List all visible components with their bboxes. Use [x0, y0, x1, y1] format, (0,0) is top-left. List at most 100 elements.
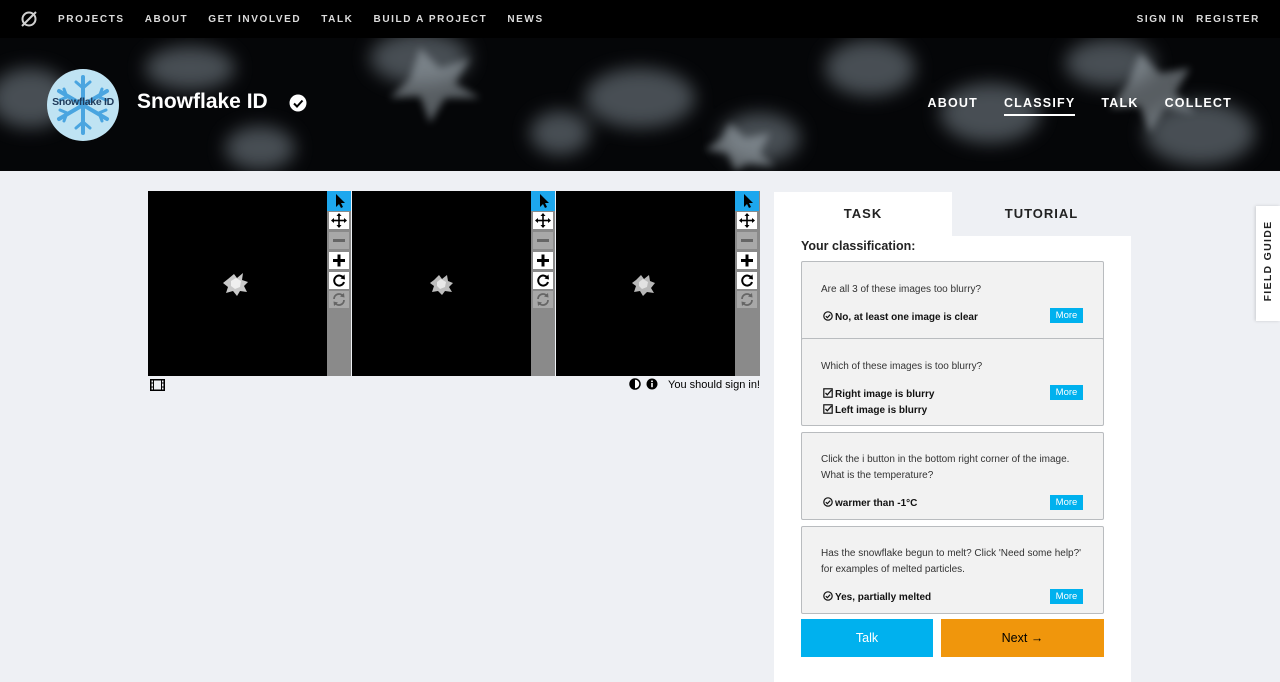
panel-tabs: TASK TUTORIAL: [774, 192, 1131, 236]
move-icon: [739, 213, 755, 228]
site-nav: PROJECTS ABOUT GET INVOLVED TALK BUILD A…: [58, 0, 564, 38]
tab-tutorial[interactable]: TUTORIAL: [952, 192, 1131, 236]
contrast-icon[interactable]: [629, 378, 641, 390]
zoom-out-icon: [537, 239, 549, 242]
subject-image-1[interactable]: [148, 191, 327, 376]
image-toolbar-2: [531, 191, 555, 376]
pointer-icon: [540, 194, 549, 208]
move-icon: [331, 213, 347, 228]
field-guide-label: FIELD GUIDE: [1262, 220, 1274, 302]
subject-viewer: [148, 191, 760, 376]
project-nav-talk[interactable]: TALK: [1101, 96, 1138, 116]
classification-panel: TASK TUTORIAL Your classification: Are a…: [774, 192, 1131, 682]
question-text: Which of these images is too blurry?: [821, 361, 983, 372]
sign-in-link[interactable]: SIGN IN: [1137, 14, 1185, 25]
subject-viewer-footer: You should sign in!: [148, 377, 760, 393]
nav-projects[interactable]: PROJECTS: [58, 14, 125, 25]
answer-item: warmer than -1°C: [823, 497, 917, 509]
classification-heading: Your classification:: [801, 239, 916, 253]
next-button[interactable]: Next →: [941, 619, 1104, 657]
project-title[interactable]: Snowflake ID: [137, 90, 268, 114]
zoom-out-icon: [333, 239, 345, 242]
pointer-tool-button[interactable]: [735, 191, 759, 211]
move-icon: [535, 213, 551, 228]
answer-text: Yes, partially melted: [835, 592, 932, 603]
answer-item: No, at least one image is clear: [823, 311, 978, 323]
film-strip-icon[interactable]: [150, 379, 165, 391]
checkbox-checked-icon: [823, 404, 833, 414]
more-button[interactable]: More: [1050, 385, 1083, 400]
reset-view-button[interactable]: [737, 291, 757, 308]
answer-item: Right image is blurry: [823, 388, 934, 400]
snowflake-image: [430, 275, 453, 295]
project-avatar[interactable]: Snowflake ID: [47, 69, 119, 141]
zoom-in-icon: [741, 254, 753, 267]
snowflake-image: [223, 273, 248, 296]
reset-view-button[interactable]: [329, 291, 349, 308]
zoom-in-icon: [537, 254, 549, 267]
project-nav-about[interactable]: ABOUT: [928, 96, 978, 116]
rotate-icon: [333, 274, 345, 287]
more-button[interactable]: More: [1050, 308, 1083, 323]
answer-text: warmer than -1°C: [835, 498, 918, 509]
more-button[interactable]: More: [1050, 495, 1083, 510]
project-nav-classify[interactable]: CLASSIFY: [1003, 96, 1076, 116]
reset-view-button[interactable]: [533, 291, 553, 308]
tab-task[interactable]: TASK: [774, 192, 952, 236]
nav-build-a-project[interactable]: BUILD A PROJECT: [374, 14, 488, 25]
question-text: Click the i button in the bottom right c…: [821, 454, 1070, 481]
register-link[interactable]: REGISTER: [1196, 14, 1260, 25]
zooniverse-logo-icon[interactable]: [20, 10, 38, 28]
move-tool-button[interactable]: [737, 212, 757, 229]
zoom-in-button[interactable]: [737, 252, 757, 269]
reset-icon: [741, 293, 753, 306]
rotate-icon: [537, 274, 549, 287]
summary-question-card-4: Has the snowflake begun to melt? Click '…: [801, 526, 1104, 614]
nav-about[interactable]: ABOUT: [145, 14, 189, 25]
snowflake-image: [632, 275, 655, 296]
more-button[interactable]: More: [1050, 589, 1083, 604]
auth-links: SIGN IN REGISTER: [1126, 0, 1260, 38]
nav-talk[interactable]: TALK: [321, 14, 353, 25]
circle-check-icon: [823, 497, 833, 507]
zoom-out-button[interactable]: [737, 232, 757, 249]
circle-check-icon: [823, 311, 833, 321]
circle-check-icon: [823, 591, 833, 601]
pointer-tool-button[interactable]: [327, 191, 351, 211]
subject-image-3[interactable]: [556, 191, 735, 376]
project-header: Snowflake ID Snowflake ID ABOUT CLASSIFY…: [0, 38, 1280, 171]
info-icon[interactable]: [646, 378, 658, 390]
project-nav: ABOUT CLASSIFY TALK COLLECT: [902, 96, 1233, 116]
zoom-in-icon: [333, 254, 345, 267]
answer-text: Right image is blurry: [835, 389, 935, 400]
rotate-button[interactable]: [737, 272, 757, 289]
talk-button[interactable]: Talk: [801, 619, 933, 657]
question-text: Has the snowflake begun to melt? Click '…: [821, 548, 1082, 575]
move-tool-button[interactable]: [533, 212, 553, 229]
zoom-out-button[interactable]: [329, 232, 349, 249]
zoom-out-icon: [741, 239, 753, 242]
subject-image-2[interactable]: [352, 191, 531, 376]
zoom-out-button[interactable]: [533, 232, 553, 249]
summary-question-card-3: Click the i button in the bottom right c…: [801, 432, 1104, 520]
project-nav-collect[interactable]: COLLECT: [1165, 96, 1232, 116]
zoom-in-button[interactable]: [533, 252, 553, 269]
move-tool-button[interactable]: [329, 212, 349, 229]
summary-question-card-1: Are all 3 of these images too blurry? No…: [801, 261, 1104, 349]
answer-item: Yes, partially melted: [823, 591, 931, 603]
sign-in-notice[interactable]: You should sign in!: [668, 379, 760, 391]
pointer-icon: [744, 194, 753, 208]
answer-text: Left image is blurry: [835, 405, 928, 416]
zoom-in-button[interactable]: [329, 252, 349, 269]
field-guide-tab[interactable]: FIELD GUIDE: [1256, 206, 1280, 321]
nav-news[interactable]: NEWS: [507, 14, 543, 25]
question-text: Are all 3 of these images too blurry?: [821, 284, 982, 295]
rotate-icon: [741, 274, 753, 287]
verified-badge-icon: [289, 94, 307, 112]
rotate-button[interactable]: [533, 272, 553, 289]
reset-icon: [537, 293, 549, 306]
pointer-tool-button[interactable]: [531, 191, 555, 211]
reset-icon: [333, 293, 345, 306]
rotate-button[interactable]: [329, 272, 349, 289]
nav-get-involved[interactable]: GET INVOLVED: [208, 14, 301, 25]
